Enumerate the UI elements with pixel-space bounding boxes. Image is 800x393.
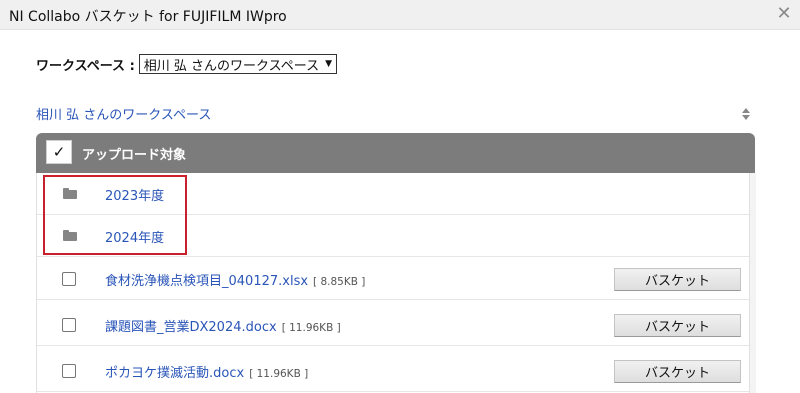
file-size: [ 8.85KB ]: [313, 276, 366, 288]
basket-button[interactable]: バスケット: [614, 314, 741, 337]
workspace-label: ワークスペース :: [36, 58, 135, 74]
scrollbar[interactable]: [750, 173, 756, 393]
upload-target-label: アップロード対象: [82, 148, 187, 163]
folder-link[interactable]: 2023年度: [105, 185, 164, 204]
file-link[interactable]: 課題図書_営業DX2024.docx [ 11.96KB ]: [105, 316, 341, 335]
workspace-select[interactable]: 相川 弘 さんのワークスペース ▼: [138, 54, 338, 74]
file-row: ポカヨケ撲滅活動.docx [ 11.96KB ] バスケット: [37, 350, 749, 392]
file-size: [ 11.96KB ]: [281, 322, 341, 334]
file-row: 食材洗浄機点検項目_040127.xlsx [ 8.85KB ] バスケット: [37, 258, 749, 300]
title-bar: NI Collabo バスケット for FUJIFILM IWpro ✕: [0, 0, 800, 30]
chevron-down-icon: ▼: [325, 59, 333, 69]
file-list: 2023年度 2024年度 食材洗浄機点検項目_040127.xlsx [ 8.8…: [36, 173, 750, 393]
file-checkbox[interactable]: [62, 272, 76, 286]
sort-up-icon: [742, 108, 750, 113]
sort-down-icon: [742, 115, 750, 120]
breadcrumb[interactable]: 相川 弘 さんのワークスペース: [36, 104, 211, 123]
folder-row: 2024年度: [37, 215, 749, 257]
file-name[interactable]: ポカヨケ撲滅活動.docx: [105, 366, 244, 381]
file-name[interactable]: 課題図書_営業DX2024.docx: [105, 320, 277, 335]
file-name[interactable]: 食材洗浄機点検項目_040127.xlsx: [105, 274, 308, 289]
file-checkbox[interactable]: [62, 318, 76, 332]
file-link[interactable]: 食材洗浄機点検項目_040127.xlsx [ 8.85KB ]: [105, 270, 365, 289]
window-title: NI Collabo バスケット for FUJIFILM IWpro: [9, 9, 287, 25]
file-checkbox[interactable]: [62, 364, 76, 378]
basket-button[interactable]: バスケット: [614, 268, 741, 291]
workspace-row: ワークスペース : 相川 弘 さんのワークスペース ▼: [36, 54, 338, 74]
list-header: ✓ アップロード対象: [36, 133, 755, 173]
workspace-select-value: 相川 弘 さんのワークスペース: [143, 58, 320, 74]
file-size: [ 11.96KB ]: [249, 368, 309, 380]
folder-icon: [63, 230, 77, 241]
file-link[interactable]: ポカヨケ撲滅活動.docx [ 11.96KB ]: [105, 362, 308, 381]
sort-icon[interactable]: [741, 108, 751, 122]
basket-button[interactable]: バスケット: [614, 360, 741, 383]
folder-link[interactable]: 2024年度: [105, 227, 164, 246]
select-all-checkbox[interactable]: ✓: [46, 140, 72, 164]
file-row: 課題図書_営業DX2024.docx [ 11.96KB ] バスケット: [37, 304, 749, 346]
folder-icon: [63, 188, 77, 199]
folder-row: 2023年度: [37, 173, 749, 215]
close-icon[interactable]: ✕: [774, 4, 794, 24]
